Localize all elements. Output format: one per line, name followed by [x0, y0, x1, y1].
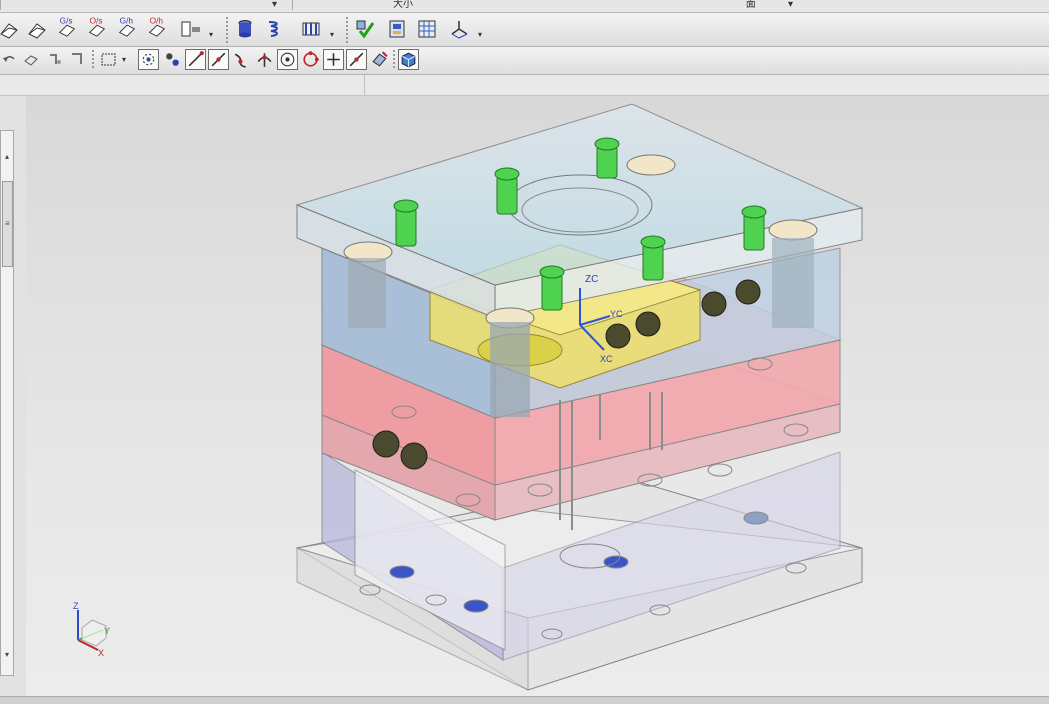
check-tool-icon[interactable] — [354, 18, 376, 40]
wcs-zc-label: ZC — [585, 274, 598, 285]
toolbar-separator — [346, 17, 348, 43]
extrude-1-icon[interactable] — [0, 18, 20, 40]
gs-button[interactable]: G/s — [56, 16, 78, 38]
view-cube-icon[interactable] — [398, 49, 419, 70]
chevron-down-icon[interactable]: ▾ — [330, 30, 334, 39]
scroll-thumb[interactable]: ≡ — [2, 181, 13, 267]
snap-points-icon[interactable] — [138, 49, 159, 70]
wcs-xc-label: XC — [600, 354, 613, 364]
triad-y-label: Y — [104, 626, 110, 636]
top-strip: ▾ 大小 面 ▾ — [0, 0, 1049, 13]
toolbar-separator — [92, 50, 94, 70]
toolbar-snap: ▾ — [0, 47, 1049, 75]
chevron-down-icon[interactable]: ▾ — [209, 30, 213, 39]
triad-z-label: Z — [73, 601, 79, 611]
ejector-icon[interactable] — [300, 18, 322, 40]
assembly-tool-icon[interactable] — [386, 18, 408, 40]
snap-cross-icon[interactable] — [323, 49, 344, 70]
chevron-down-icon[interactable]: ▾ — [122, 55, 126, 64]
scrollbar[interactable]: ▴ ≡ ▾ — [0, 130, 14, 676]
oh-button[interactable]: O/h — [146, 16, 168, 38]
select-box-icon[interactable] — [99, 50, 119, 70]
chevron-down-icon[interactable]: ▾ — [478, 30, 482, 39]
gh-label: G/h — [120, 16, 134, 25]
oh-label: O/h — [150, 16, 164, 25]
combo-left[interactable]: ▾ — [0, 0, 281, 10]
view-triad: Z Y X — [73, 601, 110, 658]
scroll-up-icon[interactable]: ▴ — [2, 151, 12, 163]
chevron-down-icon[interactable]: ▾ — [788, 0, 793, 10]
combo-mid-label: 大小 — [393, 0, 413, 10]
triad-x-label: X — [98, 648, 104, 658]
shaded-icon[interactable] — [22, 50, 40, 68]
snap-tangent-icon[interactable] — [346, 49, 367, 70]
cylinder-icon[interactable] — [234, 18, 256, 40]
snap-line-icon[interactable] — [185, 49, 206, 70]
datum-csys-icon[interactable] — [448, 18, 470, 40]
sub-bar — [0, 75, 1049, 96]
toolbar-separator — [226, 17, 228, 43]
snap-intersection-icon[interactable] — [254, 49, 275, 70]
grid-tool-icon[interactable] — [416, 18, 438, 40]
spring-icon[interactable] — [264, 18, 286, 40]
snap-face-icon[interactable] — [369, 49, 390, 70]
snap-curve-icon[interactable] — [231, 49, 252, 70]
combo-mid[interactable]: 大小 面 ▾ — [292, 0, 797, 10]
gh-button[interactable]: G/h — [116, 16, 138, 38]
snap-center-icon[interactable] — [277, 49, 298, 70]
toolbar-separator — [393, 50, 395, 70]
graphics-viewport[interactable]: ZC YC XC Z Y X — [26, 96, 1049, 696]
extrude-2-icon[interactable] — [26, 18, 48, 40]
gs-label: G/s — [60, 16, 73, 25]
mold-model[interactable]: ZC YC XC Z Y X — [26, 96, 1049, 696]
undo-icon[interactable] — [0, 50, 18, 68]
toolbar-main: G/s O/s G/h O/h ▾ ▾ ▾ — [0, 13, 1049, 47]
sub-bar-divider — [364, 75, 365, 95]
fillet-chain-icon[interactable] — [180, 18, 202, 40]
chevron-down-icon[interactable]: ▾ — [272, 0, 277, 10]
hide-icon[interactable] — [46, 50, 64, 68]
combo-right-label: 面 — [745, 0, 756, 10]
snap-quadrant-icon[interactable] — [300, 49, 321, 70]
snap-midpoint-icon[interactable] — [208, 49, 229, 70]
measure-icon[interactable] — [68, 50, 86, 68]
wcs-yc-label: YC — [610, 309, 623, 319]
snap-nodes-icon[interactable] — [162, 49, 183, 70]
os-label: O/s — [90, 16, 103, 25]
os-button[interactable]: O/s — [86, 16, 108, 38]
scroll-down-icon[interactable]: ▾ — [2, 649, 12, 661]
